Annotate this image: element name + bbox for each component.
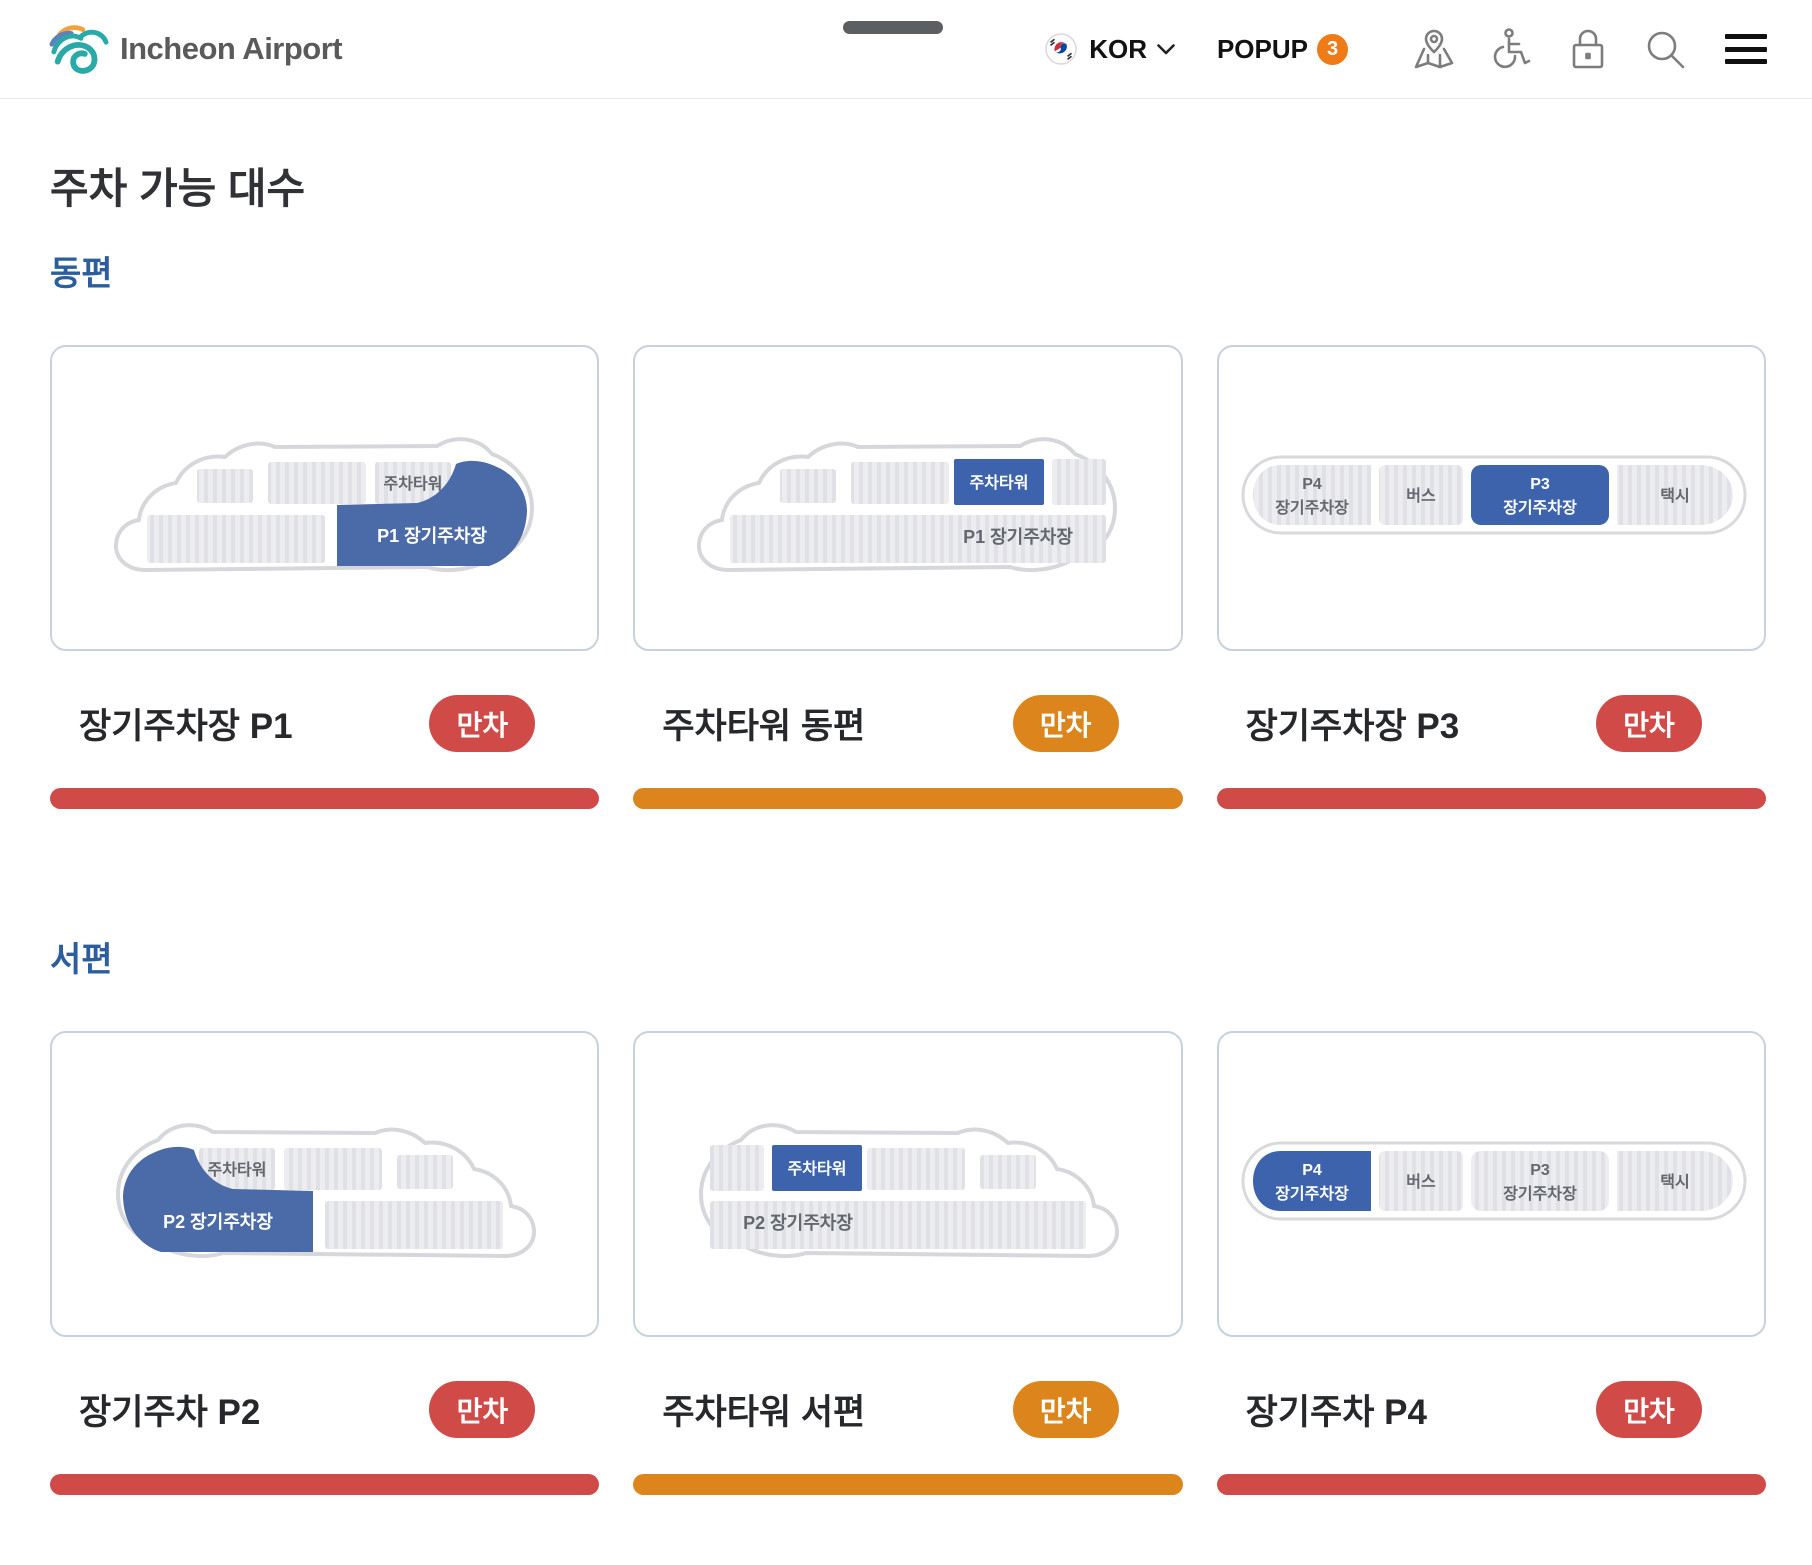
parking-card-tower-west: 주차타워 P2 장기주차장 주차타워 서편 만차 (633, 1031, 1182, 1495)
map-label-area: P1 장기주차장 (963, 527, 1073, 547)
pill-seg-p4-line1: P4 (1302, 1162, 1322, 1179)
language-label: KOR (1089, 34, 1147, 65)
map-label-tower: 주차타워 (208, 1161, 267, 1179)
airport-logo-icon (48, 22, 110, 76)
popup-label: POPUP (1217, 34, 1308, 65)
status-badge: 만차 (429, 1381, 535, 1438)
page-title: 주차 가능 대수 (50, 165, 1766, 213)
status-badge: 만차 (1596, 1381, 1702, 1438)
parking-map-tower-east[interactable]: 주차타워 P1 장기주차장 (633, 345, 1182, 651)
pill-seg-bus: 버스 (1406, 487, 1436, 505)
korea-flag-icon (1045, 33, 1077, 65)
occupancy-bar (50, 1474, 599, 1495)
parking-card-p2: 주차타워 P2 장기주차장 장기주차 P2 만차 (50, 1031, 599, 1495)
pill-seg-p3-line2: 장기주차장 (1503, 499, 1577, 517)
pill-seg-p4-line2: 장기주차장 (1275, 1185, 1349, 1203)
occupancy-bar (633, 788, 1182, 809)
section-heading-east: 동편 (50, 257, 1766, 291)
pill-seg-p3-line2: 장기주차장 (1503, 1185, 1577, 1203)
header: Incheon Airport KOR POPUP 3 (0, 0, 1812, 99)
card-title: 주차타워 서편 (662, 1384, 865, 1435)
map-label-tower: 주차타워 (970, 474, 1029, 492)
card-title: 장기주차장 P1 (79, 698, 293, 749)
search-icon[interactable] (1641, 25, 1689, 73)
pill-seg-p4-line1: P4 (1302, 476, 1322, 493)
pill-seg-taxi: 택시 (1660, 487, 1689, 505)
card-title: 주차타워 동편 (662, 698, 865, 749)
lock-icon[interactable] (1564, 25, 1612, 73)
parking-map-p3[interactable]: P4 장기주차장 버스 P3 장기주차장 택시 (1217, 345, 1766, 651)
status-badge: 만차 (1013, 1381, 1119, 1438)
occupancy-bar (50, 788, 599, 809)
status-badge: 만차 (1596, 695, 1702, 752)
pill-seg-taxi: 택시 (1660, 1173, 1689, 1191)
logo-text: Incheon Airport (120, 31, 342, 67)
parking-card-p1: 주차타워 P1 장기주차장 장기주차장 P1 만차 (50, 345, 599, 809)
pill-seg-p3-line1: P3 (1530, 1162, 1550, 1179)
card-title: 장기주차 P4 (1246, 1384, 1427, 1435)
parking-map-tower-west[interactable]: 주차타워 P2 장기주차장 (633, 1031, 1182, 1337)
map-label-area: P2 장기주차장 (163, 1212, 273, 1232)
occupancy-bar (1217, 788, 1766, 809)
parking-card-tower-east: 주차타워 P1 장기주차장 주차타워 동편 만차 (633, 345, 1182, 809)
wheelchair-icon[interactable] (1487, 25, 1535, 73)
map-label-tower: 주차타워 (788, 1160, 847, 1178)
parking-map-p4[interactable]: P4 장기주차장 버스 P3 장기주차장 택시 (1217, 1031, 1766, 1337)
parking-map-p2[interactable]: 주차타워 P2 장기주차장 (50, 1031, 599, 1337)
section-east: 동편 주차타워 P1 장기주차장 장기 (50, 257, 1766, 809)
pill-seg-bus: 버스 (1406, 1173, 1436, 1191)
popup-link[interactable]: POPUP 3 (1217, 34, 1348, 65)
section-heading-west: 서편 (50, 943, 1766, 977)
map-icon[interactable] (1410, 25, 1458, 73)
drag-handle (843, 21, 943, 34)
status-badge: 만차 (429, 695, 535, 752)
pill-seg-p4-line2: 장기주차장 (1275, 499, 1349, 517)
occupancy-bar (1217, 1474, 1766, 1495)
occupancy-bar (633, 1474, 1182, 1495)
section-west: 서편 주차타워 P2 장기주차장 (50, 943, 1766, 1495)
parking-card-p3: P4 장기주차장 버스 P3 장기주차장 택시 장기주차장 P3 만차 (1217, 345, 1766, 809)
language-selector[interactable]: KOR (1045, 33, 1175, 65)
map-label-area: P2 장기주차장 (743, 1213, 853, 1233)
card-title: 장기주차장 P3 (1246, 698, 1460, 749)
status-badge: 만차 (1013, 695, 1119, 752)
chevron-down-icon (1157, 44, 1175, 55)
pill-seg-p3-line1: P3 (1530, 476, 1550, 493)
card-title: 장기주차 P2 (79, 1384, 260, 1435)
parking-card-p4: P4 장기주차장 버스 P3 장기주차장 택시 장기주차 P4 만차 (1217, 1031, 1766, 1495)
map-label-area: P1 장기주차장 (377, 526, 487, 546)
incheon-airport-logo[interactable]: Incheon Airport (48, 22, 342, 76)
popup-count-badge: 3 (1317, 34, 1348, 65)
menu-icon[interactable] (1725, 34, 1767, 64)
map-label-tower: 주차타워 (384, 475, 443, 493)
parking-map-p1[interactable]: 주차타워 P1 장기주차장 (50, 345, 599, 651)
